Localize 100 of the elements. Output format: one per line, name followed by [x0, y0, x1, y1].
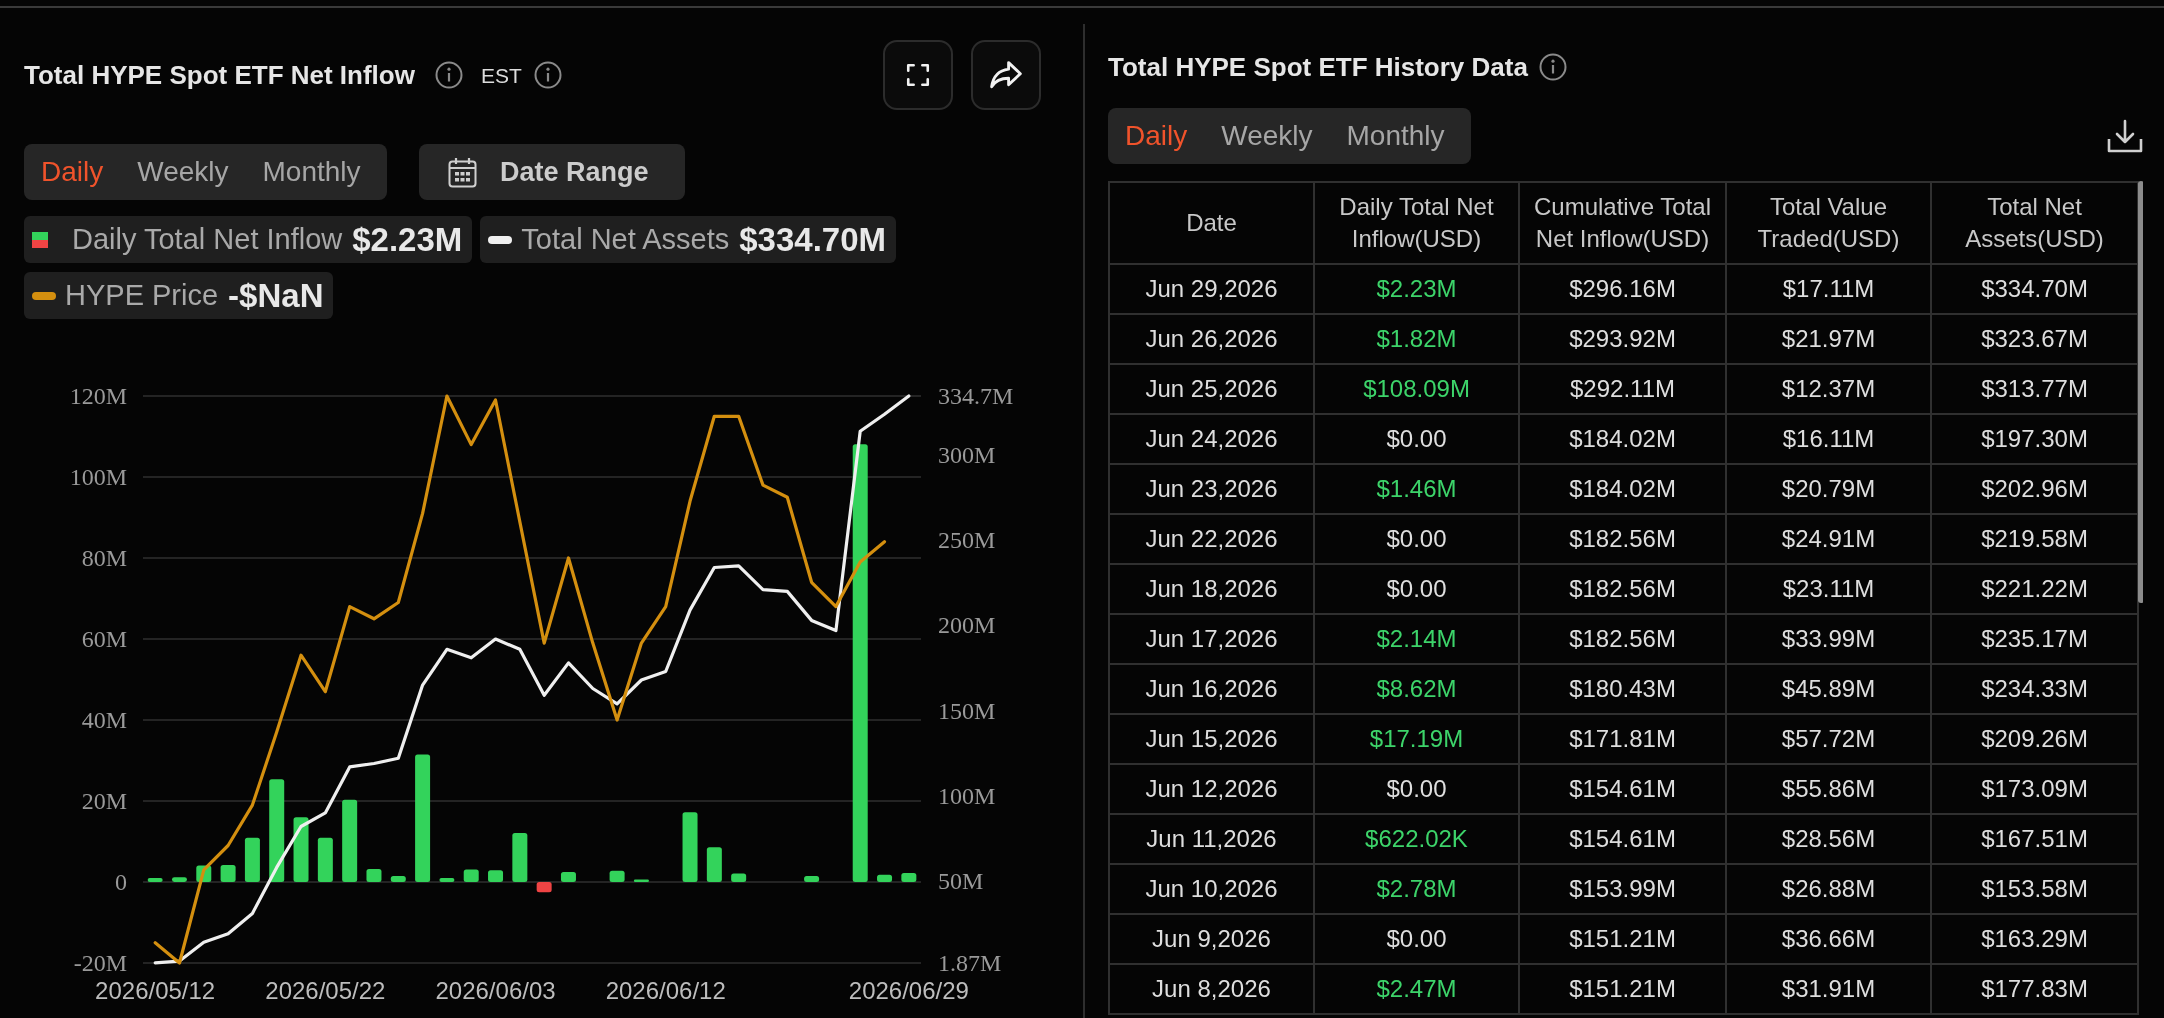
table-cell: $622.02K: [1314, 814, 1519, 864]
inflow-bar: [536, 882, 552, 893]
axis-label: 100M: [69, 464, 127, 490]
table-cell: $8.62M: [1314, 664, 1519, 714]
axis-label: 250M: [938, 527, 996, 554]
table-cell: $293.92M: [1519, 314, 1726, 364]
inflow-bar: [560, 871, 576, 882]
date-range-button[interactable]: Date Range: [419, 144, 685, 200]
table-cell: $0.00: [1314, 914, 1519, 964]
tab[interactable]: Monthly: [1329, 108, 1462, 164]
inflow-bar: [220, 865, 236, 882]
table-cell: $1.82M: [1314, 314, 1519, 364]
scrollbar-thumb[interactable]: [2138, 181, 2143, 603]
timezone-label: EST: [480, 64, 522, 86]
table-cell: $235.17M: [1931, 614, 2138, 664]
table-cell: Jun 29,2026: [1109, 264, 1314, 314]
table-cell: $163.29M: [1931, 914, 2138, 964]
axis-label: 200M: [938, 612, 996, 639]
tab[interactable]: Daily: [24, 144, 121, 200]
tab[interactable]: Weekly: [120, 144, 246, 200]
table-cell: Jun 15,2026: [1109, 714, 1314, 764]
table-cell: $2.47M: [1314, 964, 1519, 1014]
table-cell: Jun 25,2026: [1109, 364, 1314, 414]
info-icon[interactable]: [533, 61, 562, 89]
table-cell: Jun 17,2026: [1109, 614, 1314, 664]
axis-label: 100M: [938, 782, 996, 809]
table-cell: $173.09M: [1931, 764, 2138, 814]
inflow-bar: [488, 870, 504, 882]
table-cell: $55.86M: [1726, 764, 1931, 814]
axis-label: 300M: [938, 442, 996, 469]
inflow-bar: [366, 869, 382, 882]
table-cell: $182.56M: [1519, 514, 1726, 564]
chart-title: Total HYPE Spot ETF Net Inflow: [24, 62, 415, 88]
table-cell: $23.11M: [1726, 564, 1931, 614]
download-icon[interactable]: [2107, 119, 2143, 153]
inflow-bar: [317, 837, 333, 882]
table-cell: $182.56M: [1519, 564, 1726, 614]
axis-label: 150M: [938, 697, 996, 724]
table-cell: $16.11M: [1726, 414, 1931, 464]
table-cell: $171.81M: [1519, 714, 1726, 764]
axis-label: -20M: [73, 950, 127, 976]
axis-label: 2026/06/03: [435, 977, 556, 1004]
share-icon: [989, 60, 1023, 90]
table-cell: $24.91M: [1726, 514, 1931, 564]
table-cell: $154.61M: [1519, 814, 1726, 864]
inflow-bar: [147, 877, 163, 882]
table-cell: Jun 22,2026: [1109, 514, 1314, 564]
column-header: Date: [1109, 182, 1314, 264]
table-cell: $167.51M: [1931, 814, 2138, 864]
inflow-bar: [293, 817, 309, 882]
table-cell: $2.78M: [1314, 864, 1519, 914]
table-cell: $36.66M: [1726, 914, 1931, 964]
tab[interactable]: Weekly: [1204, 108, 1330, 164]
table-cell: $57.72M: [1726, 714, 1931, 764]
inflow-bar: [731, 873, 747, 882]
table-cell: $21.97M: [1726, 314, 1931, 364]
axis-label: 120M: [69, 383, 127, 409]
fullscreen-icon: [905, 62, 931, 88]
table-cell: Jun 26,2026: [1109, 314, 1314, 364]
inflow-bar: [390, 875, 406, 882]
axis-label: 50M: [938, 868, 984, 894]
info-icon[interactable]: [434, 61, 463, 89]
info-icon[interactable]: [1538, 53, 1567, 81]
table-cell: Jun 24,2026: [1109, 414, 1314, 464]
table-cell: $0.00: [1314, 514, 1519, 564]
table-cell: $2.23M: [1314, 264, 1519, 314]
table-cell: $20.79M: [1726, 464, 1931, 514]
table-cell: $234.33M: [1931, 664, 2138, 714]
legend-label: Total Net Assets: [521, 225, 730, 254]
calendar-icon: [448, 156, 477, 188]
share-button[interactable]: [971, 40, 1041, 110]
tab[interactable]: Daily: [1108, 108, 1205, 164]
table-cell: $26.88M: [1726, 864, 1931, 914]
legend-label: Daily Total Net Inflow: [72, 225, 343, 254]
inflow-bar: [877, 874, 893, 882]
table-cell: Jun 8,2026: [1109, 964, 1314, 1014]
table-cell: $28.56M: [1726, 814, 1931, 864]
inflow-bar: [804, 875, 820, 882]
tab[interactable]: Monthly: [245, 144, 378, 200]
table-cell: $182.56M: [1519, 614, 1726, 664]
table-cell: $209.26M: [1931, 714, 2138, 764]
table-cell: $0.00: [1314, 414, 1519, 464]
axis-label: 2026/06/12: [605, 977, 726, 1004]
table-cell: $153.58M: [1931, 864, 2138, 914]
column-header: Daily Total Net Inflow(USD): [1314, 182, 1519, 264]
inflow-bar: [439, 877, 455, 882]
axis-label: 60M: [81, 626, 127, 652]
axis-label: 20M: [81, 788, 127, 814]
table-title: Total HYPE Spot ETF History Data: [1108, 54, 1528, 80]
inflow-bar: [901, 873, 917, 882]
table-cell: Jun 11,2026: [1109, 814, 1314, 864]
axis-label: 80M: [81, 545, 127, 571]
table-cell: $2.14M: [1314, 614, 1519, 664]
table-cell: Jun 16,2026: [1109, 664, 1314, 714]
axis-label: 2026/05/22: [265, 977, 386, 1004]
table-cell: Jun 9,2026: [1109, 914, 1314, 964]
fullscreen-button[interactable]: [883, 40, 953, 110]
legend-value: -$NaN: [228, 279, 324, 312]
table-cell: $184.02M: [1519, 414, 1726, 464]
inflow-bar: [633, 879, 649, 882]
